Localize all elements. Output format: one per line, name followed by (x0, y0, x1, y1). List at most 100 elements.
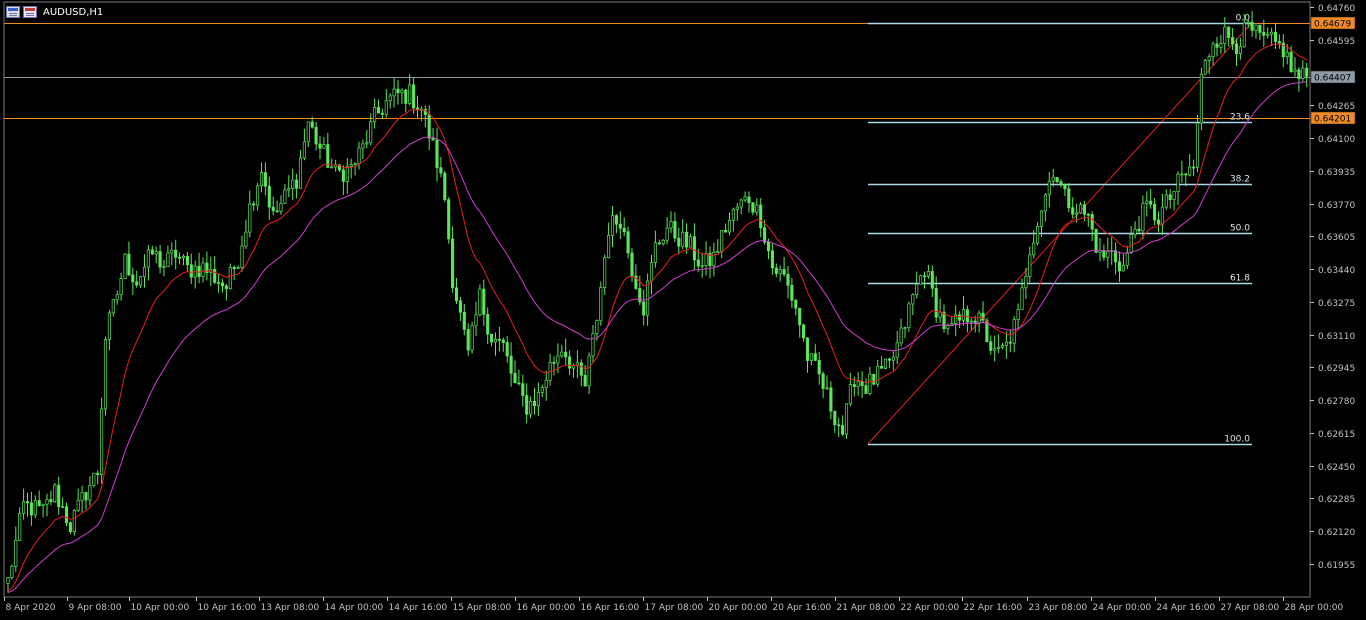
candle-body (1305, 67, 1309, 77)
candle-body (568, 356, 572, 369)
candle-body (501, 339, 505, 343)
chart-window[interactable]: AUDUSD,H1 0.0 23.6 38.2 50.0 61.8 100.0 0.647… (0, 0, 1366, 620)
price-tick-label: 0.62780 (1318, 397, 1355, 407)
candle-body (131, 274, 135, 283)
candle-body (1039, 210, 1044, 227)
time-axis[interactable]: 8 Apr 2020 9 Apr 08:00 10 Apr 00:00 10 Apr … (4, 597, 1344, 613)
candle (72, 509, 76, 536)
candle-body (1231, 37, 1235, 45)
candle-body (1195, 122, 1200, 168)
price-tick-label: 0.64265 (1318, 102, 1355, 112)
candle-body (80, 492, 84, 501)
candle-body (1215, 43, 1219, 48)
symbol-properties-icon[interactable] (23, 6, 37, 18)
candle-body (466, 329, 470, 351)
candle-body (123, 253, 127, 279)
candle-body (505, 342, 509, 357)
price-tick-label: 0.63275 (1318, 299, 1355, 309)
candle-body (10, 565, 14, 578)
candle-body (1266, 33, 1270, 36)
candle-body (443, 172, 447, 200)
candle-body (887, 358, 891, 361)
candle-body (349, 164, 353, 167)
time-tick-label: 24 Apr 00:00 (1093, 603, 1152, 613)
candle-body (497, 338, 501, 341)
candle-body (1117, 261, 1122, 272)
plot-border (3, 1, 1311, 598)
candle-body (259, 172, 264, 187)
candle-body (778, 269, 782, 274)
candle-body (412, 84, 416, 109)
candle-body (614, 215, 618, 225)
candle-body (860, 381, 864, 386)
candle-body (174, 249, 178, 258)
candle (844, 403, 849, 439)
candle-body (33, 500, 37, 516)
price-axis[interactable]: 0.64760 0.64595 0.64265 0.64100 0.63935 0.637… (1310, 4, 1355, 571)
candle-body (365, 142, 369, 145)
candle-body (100, 408, 104, 475)
candle-body (1125, 252, 1129, 266)
candle-body (969, 320, 973, 323)
candle-body (1180, 173, 1184, 176)
candle-body (774, 267, 778, 274)
candle-body (84, 492, 88, 501)
candle-body (427, 114, 431, 139)
candle-body (946, 325, 950, 330)
price-tick-label: 0.63110 (1318, 332, 1355, 342)
candle-body (556, 355, 560, 364)
symbol-timeframe-title: AUDUSD,H1 (43, 6, 104, 18)
candle-body (1016, 309, 1020, 320)
candle (10, 564, 14, 580)
candle-body (759, 204, 763, 229)
candle-body (837, 424, 841, 427)
candle-body (369, 121, 373, 144)
candle-body (462, 311, 466, 330)
candle (478, 284, 482, 317)
candle-body (720, 230, 724, 252)
candle-body (544, 379, 548, 388)
candle-body (64, 506, 69, 524)
time-tick-label: 13 Apr 08:00 (261, 603, 320, 613)
candle-body (880, 366, 884, 369)
candle-body (724, 230, 728, 233)
candle-body (1199, 73, 1203, 124)
candle-body (474, 314, 478, 327)
candle-body (240, 245, 244, 268)
candle-body (1270, 31, 1274, 35)
candle-body (142, 266, 147, 278)
chart-window-icon[interactable] (6, 6, 20, 18)
candle-body (938, 311, 942, 318)
candle-body (993, 348, 997, 351)
candle-body (731, 208, 735, 221)
candle-body (755, 204, 759, 213)
candle-body (1137, 228, 1141, 232)
candle (443, 170, 447, 202)
candle-body (692, 236, 696, 261)
candle-body (770, 250, 774, 269)
candle-body (178, 257, 182, 259)
candle-body (1168, 194, 1172, 201)
candle-body (57, 484, 61, 508)
candle-body (1172, 191, 1176, 201)
candle (1203, 58, 1207, 75)
candle-body (989, 341, 993, 351)
price-chart[interactable]: 0.023.638.250.061.8100.0 0.647600.645950… (0, 0, 1366, 620)
candle-body (630, 252, 634, 277)
candle-body (661, 239, 665, 245)
candle-body (275, 210, 279, 213)
candle-body (29, 502, 33, 516)
candle-body (490, 333, 494, 343)
time-tick-label: 20 Apr 00:00 (709, 603, 768, 613)
price-tick-label: 0.63605 (1318, 233, 1355, 243)
candle-body (833, 410, 837, 426)
candle (470, 321, 474, 354)
candle-body (135, 281, 139, 286)
price-tick-label: 0.63770 (1318, 201, 1355, 211)
candle-body (700, 264, 704, 267)
candle-body (579, 362, 583, 376)
candle-body (794, 299, 798, 309)
candle-body (1262, 32, 1266, 36)
candle-body (926, 271, 930, 277)
candle-body (1075, 212, 1079, 215)
